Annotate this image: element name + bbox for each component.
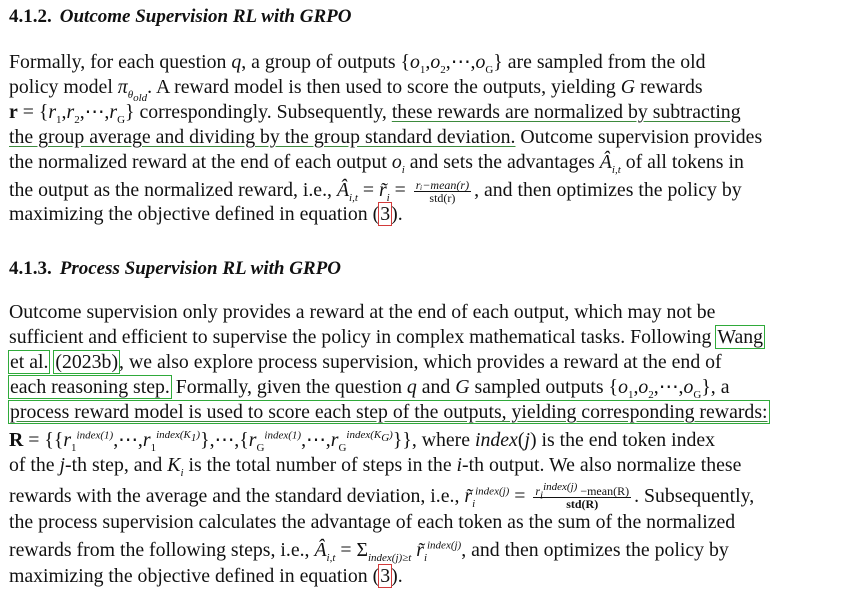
section-heading-4-1-3: 4.1.3. Process Supervision RL with GRPO [9, 258, 341, 280]
text-line: maximizing the objective defined in equa… [9, 202, 403, 226]
text-line: the output as the normalized reward, i.e… [9, 177, 742, 205]
section-number: 4.1.2. [9, 6, 52, 27]
text-line: policy model πθold. A reward model is th… [9, 76, 703, 105]
text-line: each reasoning step. Formally, given the… [8, 375, 730, 401]
fraction: rᵢ−mean(r) std(r) [413, 177, 472, 205]
citation-link[interactable]: et al. [7, 350, 51, 374]
text-line: R = {{r1index(1),⋯,r1index(K1)},⋯,{rGind… [9, 429, 716, 454]
equation-ref-link[interactable]: 3 [378, 202, 393, 226]
text-line: sufficient and efficient to supervise th… [9, 325, 766, 349]
text-line: the normalized reward at the end of each… [9, 151, 744, 176]
paper-page: 4.1.2. Outcome Supervision RL with GRPO F… [0, 0, 847, 595]
text-line: process reward model is used to score ea… [8, 400, 770, 424]
text-line: of the j-th step, and Ki is the total nu… [9, 454, 742, 479]
equation-ref-link[interactable]: 3 [378, 564, 393, 588]
text-line: rewards with the average and the standar… [9, 480, 755, 511]
text-line: rewards from the following steps, i.e., … [9, 539, 729, 564]
fraction: riindex(j) −mean(R) std(R) [533, 480, 632, 511]
citation-year-link[interactable]: (2023b) [53, 350, 121, 374]
section-heading-4-1-2: 4.1.2. Outcome Supervision RL with GRPO [9, 6, 351, 28]
text-line: the group average and dividing by the gr… [9, 126, 763, 148]
citation-link[interactable]: Wang [715, 325, 766, 349]
text-line: Formally, for each question q, a group o… [9, 51, 706, 76]
section-title: Process Supervision RL with GRPO [59, 258, 341, 279]
text-line: r = {r1,r2,⋯,rG} correspondingly. Subseq… [9, 101, 741, 126]
text-line: Outcome supervision only provides a rewa… [9, 301, 716, 323]
text-line: the process supervision calculates the a… [9, 511, 736, 533]
text-line: maximizing the objective defined in equa… [9, 564, 403, 588]
text-line: et al. (2023b), we also explore process … [7, 350, 722, 374]
section-title: Outcome Supervision RL with GRPO [59, 6, 352, 27]
section-number: 4.1.3. [9, 258, 52, 279]
